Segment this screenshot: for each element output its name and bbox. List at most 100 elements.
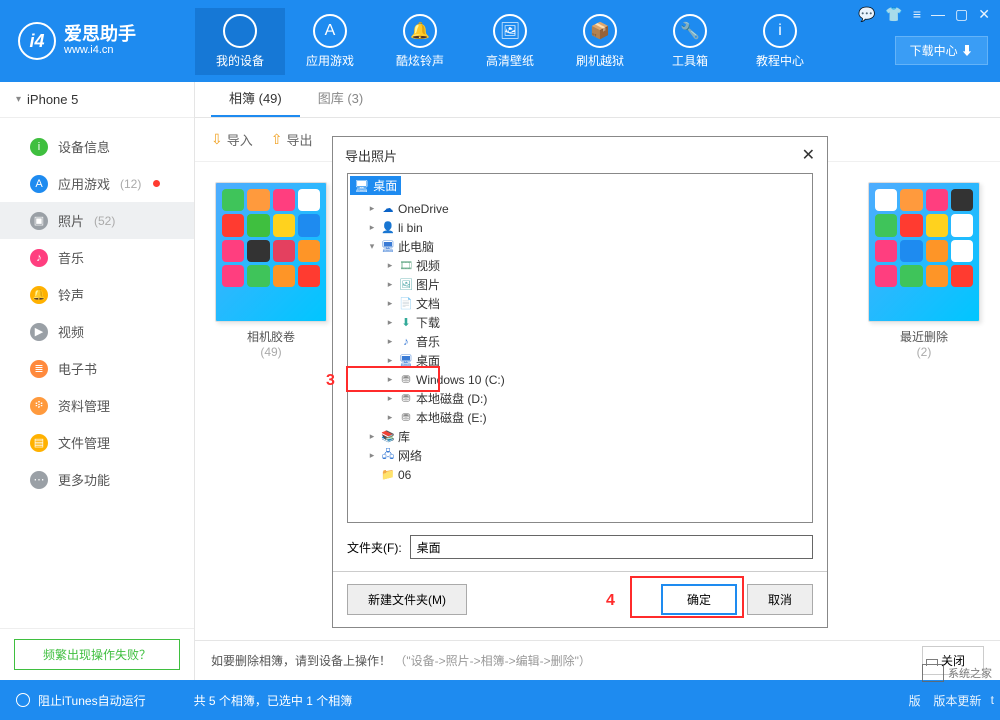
tree-row-2[interactable]: ▾🖥此电脑 [348,237,812,256]
minimize-icon[interactable]: — [931,6,945,23]
tree-row-10[interactable]: ▸⛃本地磁盘 (D:) [348,389,812,408]
tree-icon: ⛃ [398,392,414,406]
tree-label: Windows 10 (C:) [416,373,505,387]
folder-tree[interactable]: 🖥 桌面 ▸☁OneDrive▸👤li bin▾🖥此电脑▸🎞视频▸🖼图片▸📄文档… [347,173,813,523]
album-camera-roll[interactable]: 相机胶卷 (49) [211,182,331,620]
tree-row-6[interactable]: ▸⬇下载 [348,313,812,332]
maximize-icon[interactable]: ▢ [955,6,968,23]
expand-icon[interactable]: ▸ [366,431,378,442]
sidebar-item-4[interactable]: 🔔铃声 [0,276,194,313]
expand-icon[interactable]: ▸ [384,298,396,309]
sidebar-icon: A [30,175,48,193]
expand-icon[interactable]: ▸ [384,412,396,423]
top-bar: i4 爱思助手 www.i4.cn 我的设备A应用游戏🔔酷炫铃声🖼高清壁纸📦刷机… [0,0,1000,82]
sidebar-label: 电子书 [58,359,97,378]
tree-selected-root[interactable]: 🖥 桌面 [350,176,401,195]
tree-row-0[interactable]: ▸☁OneDrive [348,199,812,218]
sidebar-item-7[interactable]: ፨资料管理 [0,387,194,424]
tree-label: li bin [398,221,423,235]
sidebar-item-9[interactable]: ⋯更多功能 [0,461,194,498]
expand-icon[interactable]: ▸ [384,279,396,290]
tree-icon: ⛃ [398,373,414,387]
expand-icon[interactable]: ▸ [366,203,378,214]
sidebar-item-1[interactable]: A应用游戏(12) [0,165,194,202]
version-update[interactable]: 版本更新 [933,692,981,709]
sidebar-icon: ፨ [30,397,48,415]
sidebar-item-0[interactable]: i设备信息 [0,128,194,165]
notification-dot-icon [153,180,160,187]
expand-icon[interactable]: ▸ [384,393,396,404]
download-center-button[interactable]: 下载中心 ⬇ [895,36,988,65]
device-selector[interactable]: ▾ iPhone 5 [0,82,194,118]
sidebar-item-3[interactable]: ♪音乐 [0,239,194,276]
album-recently-deleted[interactable]: 最近删除 (2) [864,182,984,620]
sidebar-item-5[interactable]: ▶视频 [0,313,194,350]
sidebar-item-8[interactable]: ▤文件管理 [0,424,194,461]
nav-label: 工具箱 [645,52,735,69]
tree-icon: 🖥 [380,240,396,254]
tree-icon: ⛃ [398,411,414,425]
tree-row-3[interactable]: ▸🎞视频 [348,256,812,275]
menu-icon[interactable]: ≡ [913,6,921,23]
close-icon[interactable]: ✕ [978,6,990,23]
troubleshoot-button[interactable]: 频繁出现操作失败？ [14,639,180,670]
tree-icon: 📚 [380,430,396,444]
tree-label: 文档 [416,295,440,312]
tree-icon: ☁ [380,202,396,216]
new-folder-button[interactable]: 新建文件夹(M) [347,584,467,615]
nav-4[interactable]: 📦刷机越狱 [555,8,645,75]
tab-0[interactable]: 相簿 (49) [211,80,300,117]
nav-6[interactable]: i教程中心 [735,8,825,75]
nav-icon: 📦 [583,14,617,48]
sidebar-item-2[interactable]: ▣照片(52) [0,202,194,239]
import-icon: ⇩ [211,131,223,148]
nav-2[interactable]: 🔔酷炫铃声 [375,8,465,75]
album-name: 相机胶卷 [211,328,331,345]
nav-0[interactable]: 我的设备 [195,8,285,75]
expand-icon[interactable]: ▸ [366,222,378,233]
nav-1[interactable]: A应用游戏 [285,8,375,75]
tree-label: 本地磁盘 (D:) [416,390,487,407]
folder-input[interactable] [410,535,813,559]
expand-icon[interactable]: ▸ [384,355,396,366]
skin-icon[interactable]: 👕 [885,6,902,23]
tree-row-7[interactable]: ▸♪音乐 [348,332,812,351]
expand-icon[interactable]: ▸ [384,260,396,271]
album-name: 最近删除 [864,328,984,345]
tree-row-5[interactable]: ▸📄文档 [348,294,812,313]
sidebar-icon: ⋯ [30,471,48,489]
import-button[interactable]: ⇩导入 [211,130,253,149]
ok-button[interactable]: 确定 [661,584,737,615]
tree-row-11[interactable]: ▸⛃本地磁盘 (E:) [348,408,812,427]
tree-row-9[interactable]: ▸⛃Windows 10 (C:) [348,370,812,389]
tree-row-1[interactable]: ▸👤li bin [348,218,812,237]
tree-icon: 👤 [380,221,396,235]
tab-1[interactable]: 图库 (3) [300,80,382,117]
expand-icon[interactable]: ▸ [384,374,396,385]
sidebar-icon: i [30,138,48,156]
expand-icon[interactable]: ▾ [366,241,378,252]
nav-label: 我的设备 [195,52,285,69]
album-thumbnail [868,182,980,322]
close-button[interactable]: 关闭 [922,646,984,675]
sidebar-icon: ♪ [30,249,48,267]
cancel-button[interactable]: 取消 [747,584,813,615]
tree-row-12[interactable]: ▸📚库 [348,427,812,446]
expand-icon[interactable]: ▸ [366,450,378,461]
tree-row-14[interactable]: 📁06 [348,465,812,484]
tree-row-4[interactable]: ▸🖼图片 [348,275,812,294]
expand-icon[interactable]: ▸ [384,317,396,328]
tree-row-13[interactable]: ▸🖧网络 [348,446,812,465]
tree-row-8[interactable]: ▸🖥桌面 [348,351,812,370]
feedback-icon[interactable]: 💬 [858,6,875,23]
sidebar-item-6[interactable]: ≣电子书 [0,350,194,387]
export-button[interactable]: ⇧导出 [271,130,313,149]
expand-icon[interactable]: ▸ [384,336,396,347]
tree-label: 桌面 [416,352,440,369]
nav-3[interactable]: 🖼高清壁纸 [465,8,555,75]
itunes-block-toggle[interactable] [16,693,30,707]
tree-label: 图片 [416,276,440,293]
dialog-close-icon[interactable]: ✕ [802,145,815,165]
nav-5[interactable]: 🔧工具箱 [645,8,735,75]
nav-icon [223,14,257,48]
